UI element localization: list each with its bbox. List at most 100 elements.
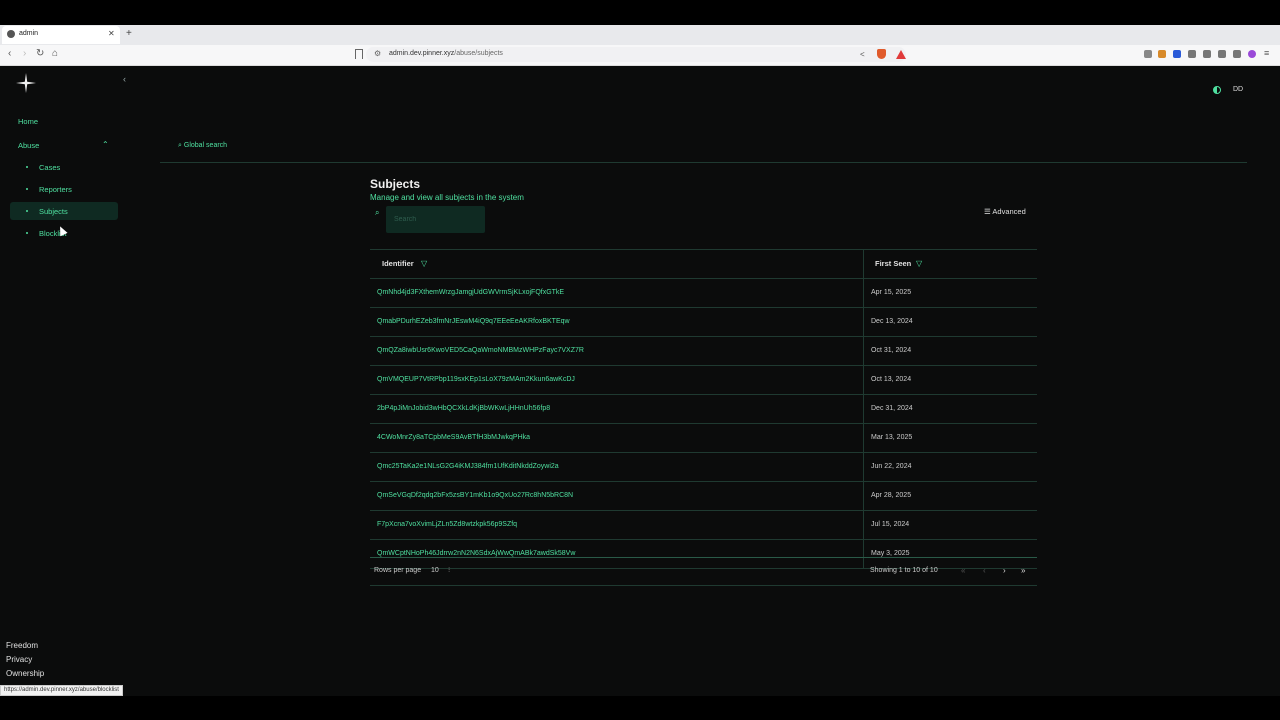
page-subtitle: Manage and view all subjects in the syst…	[370, 193, 524, 202]
rows-per-page-label: Rows per page	[374, 567, 422, 574]
column-divider	[863, 279, 864, 307]
sidebar-icon[interactable]	[1218, 50, 1226, 58]
url-text[interactable]: admin.dev.pinner.xyz/abuse/subjects	[389, 50, 503, 57]
nav-abuse[interactable]: Abuse	[18, 141, 39, 150]
table-row[interactable]: Qmc25TaKa2e1NLsG2G4iKMJ384fm1UfKditNkddZ…	[370, 453, 1037, 482]
cell-first-seen: Apr 28, 2025	[871, 492, 912, 499]
column-divider	[863, 250, 864, 278]
filter-icon[interactable]: ▽	[421, 259, 427, 268]
cell-identifier[interactable]: 4CWoMnrZy8aTCpbMeS9AvBTfH3bMJwkqPHka	[377, 434, 530, 441]
next-page-icon[interactable]: ›	[1003, 566, 1006, 575]
search-icon: ⌕	[178, 142, 182, 149]
theme-toggle-icon[interactable]	[1213, 86, 1221, 94]
forward-icon[interactable]: ›	[23, 48, 26, 59]
sidebar-item-subjects[interactable]: Subjects	[39, 207, 68, 216]
cell-identifier[interactable]: 2bP4pJiMnJobid3wHbQCXkLdKjBbWKwLjHHnUh56…	[377, 405, 550, 412]
home-icon[interactable]: ⌂	[52, 48, 58, 59]
column-divider	[863, 482, 864, 510]
rows-per-page-value[interactable]: 10	[431, 567, 439, 574]
column-divider	[863, 540, 864, 568]
bookmark-icon[interactable]	[355, 49, 363, 59]
shield-icon[interactable]	[877, 49, 886, 59]
table-body: QmNhd4jd3FXthemWrzgJamgjUdGWVrmSjKLxojFQ…	[370, 279, 1037, 569]
tab-title: admin	[19, 30, 39, 37]
back-icon[interactable]: ‹	[8, 48, 11, 59]
divider	[370, 585, 1037, 586]
table-row[interactable]: QmabPDurhEZeb3fmNrJEswM4iQ9q7EEeEeAKRfox…	[370, 308, 1037, 337]
fox-icon[interactable]	[1158, 50, 1166, 58]
table-row[interactable]: 2bP4pJiMnJobid3wHbQCXkLdKjBbWKwLjHHnUh56…	[370, 395, 1037, 424]
table-row[interactable]: QmVMQEUP7VtRPbp119sxKEp1sLoX79zMAm2Kkun6…	[370, 366, 1037, 395]
column-divider	[863, 337, 864, 365]
cell-first-seen: May 3, 2025	[871, 550, 910, 557]
extension-icon[interactable]	[1173, 50, 1181, 58]
share-icon[interactable]: <	[860, 50, 865, 59]
cell-identifier[interactable]: QmSeVGqDf2qdq2bFx5zsBY1mKb1o9QxUo27Rc8hN…	[377, 492, 573, 499]
reload-icon[interactable]: ↻	[36, 48, 44, 59]
puzzle-icon[interactable]	[1188, 50, 1196, 58]
cell-identifier[interactable]: QmWCptNHoPh46Jdrrw2nN2N6SdxAjWwQmABk7awd…	[377, 550, 575, 557]
filter-icon[interactable]: ▽	[916, 259, 922, 268]
footer-freedom[interactable]: Freedom	[6, 641, 38, 650]
cell-identifier[interactable]: QmabPDurhEZeb3fmNrJEswM4iQ9q7EEeEeAKRfox…	[377, 318, 570, 325]
column-divider	[863, 511, 864, 539]
cell-first-seen: Jun 22, 2024	[871, 463, 912, 470]
cell-identifier[interactable]: QmQZa8iwbUsr6KwoVED5CaQaWmoNMBMzWHPzFayc…	[377, 347, 584, 354]
table-row[interactable]: QmNhd4jd3FXthemWrzgJamgjUdGWVrmSjKLxojFQ…	[370, 279, 1037, 308]
cell-first-seen: Jul 15, 2024	[871, 521, 910, 528]
bullet-icon	[26, 166, 28, 168]
table-row[interactable]: F7pXcna7voXvimLjZLn5Zd8wtzkpk56p9SZfq Jul…	[370, 511, 1037, 540]
column-divider	[863, 308, 864, 336]
new-tab-icon[interactable]: +	[126, 28, 132, 39]
alert-icon[interactable]	[896, 50, 906, 59]
camera-icon[interactable]	[1144, 50, 1152, 58]
advanced-label: Advanced	[992, 207, 1026, 216]
column-header-identifier[interactable]: Identifier	[382, 259, 414, 268]
prev-page-icon[interactable]: ‹	[983, 566, 986, 575]
first-page-icon[interactable]: «	[961, 566, 965, 575]
sidebar-item-reporters[interactable]: Reporters	[39, 185, 72, 194]
cell-identifier[interactable]: F7pXcna7voXvimLjZLn5Zd8wtzkpk56p9SZfq	[377, 521, 517, 528]
url-host: admin.dev.pinner.xyz	[389, 50, 455, 57]
site-info-icon[interactable]: ⚙	[374, 49, 381, 58]
cell-first-seen: Mar 13, 2025	[871, 434, 913, 441]
cell-identifier[interactable]: QmNhd4jd3FXthemWrzgJamgjUdGWVrmSjKLxojFQ…	[377, 289, 564, 296]
cell-identifier[interactable]: Qmc25TaKa2e1NLsG2G4iKMJ384fm1UfKditNkddZ…	[377, 463, 559, 470]
table-bottom-border	[370, 557, 1037, 558]
avatar[interactable]: DD	[1228, 82, 1248, 98]
table-row[interactable]: QmSeVGqDf2qdq2bFx5zsBY1mKb1o9QxUo27Rc8hN…	[370, 482, 1037, 511]
cell-first-seen: Dec 31, 2024	[871, 405, 913, 412]
search-icon: ⌕	[375, 208, 380, 217]
cell-identifier[interactable]: QmVMQEUP7VtRPbp119sxKEp1sLoX79zMAm2Kkun6…	[377, 376, 575, 383]
filter-lines-icon: ☰	[984, 207, 991, 216]
global-search[interactable]: ⌕ Global search	[178, 142, 227, 150]
url-path: /abuse/subjects	[454, 50, 503, 57]
footer-ownership[interactable]: Ownership	[6, 669, 44, 678]
bullet-icon	[26, 188, 28, 190]
table-row[interactable]: QmWCptNHoPh46Jdrrw2nN2N6SdxAjWwQmABk7awd…	[370, 540, 1037, 569]
logo-icon	[16, 73, 36, 93]
close-icon[interactable]: ✕	[108, 29, 115, 38]
advanced-button[interactable]: ☰ Advanced	[984, 207, 1026, 216]
footer-privacy[interactable]: Privacy	[6, 655, 32, 664]
table-row[interactable]: 4CWoMnrZy8aTCpbMeS9AvBTfH3bMJwkqPHka Mar …	[370, 424, 1037, 453]
column-divider	[863, 424, 864, 452]
menu-icon[interactable]: ≡	[1264, 48, 1269, 58]
chevron-up-icon[interactable]: ⌃	[102, 140, 109, 149]
table-row[interactable]: QmQZa8iwbUsr6KwoVED5CaQaWmoNMBMzWHPzFayc…	[370, 337, 1037, 366]
search-input[interactable]	[386, 206, 485, 233]
status-bar-url: https://admin.dev.pinner.xyz/abuse/block…	[0, 685, 123, 696]
page-title: Subjects	[370, 177, 421, 191]
profile-icon[interactable]	[1248, 50, 1256, 58]
cell-first-seen: Oct 13, 2024	[871, 376, 912, 383]
collapse-sidebar-icon[interactable]: ‹	[123, 74, 126, 84]
last-page-icon[interactable]: »	[1021, 566, 1025, 575]
select-arrows-icon[interactable]: ⁝	[448, 566, 450, 574]
note-icon[interactable]	[1203, 50, 1211, 58]
browser-tab-bar	[0, 25, 1280, 45]
nav-home[interactable]: Home	[18, 117, 38, 126]
bullet-icon	[26, 210, 28, 212]
column-header-first-seen[interactable]: First Seen	[875, 259, 911, 268]
wallet-icon[interactable]	[1233, 50, 1241, 58]
sidebar-item-cases[interactable]: Cases	[39, 163, 60, 172]
